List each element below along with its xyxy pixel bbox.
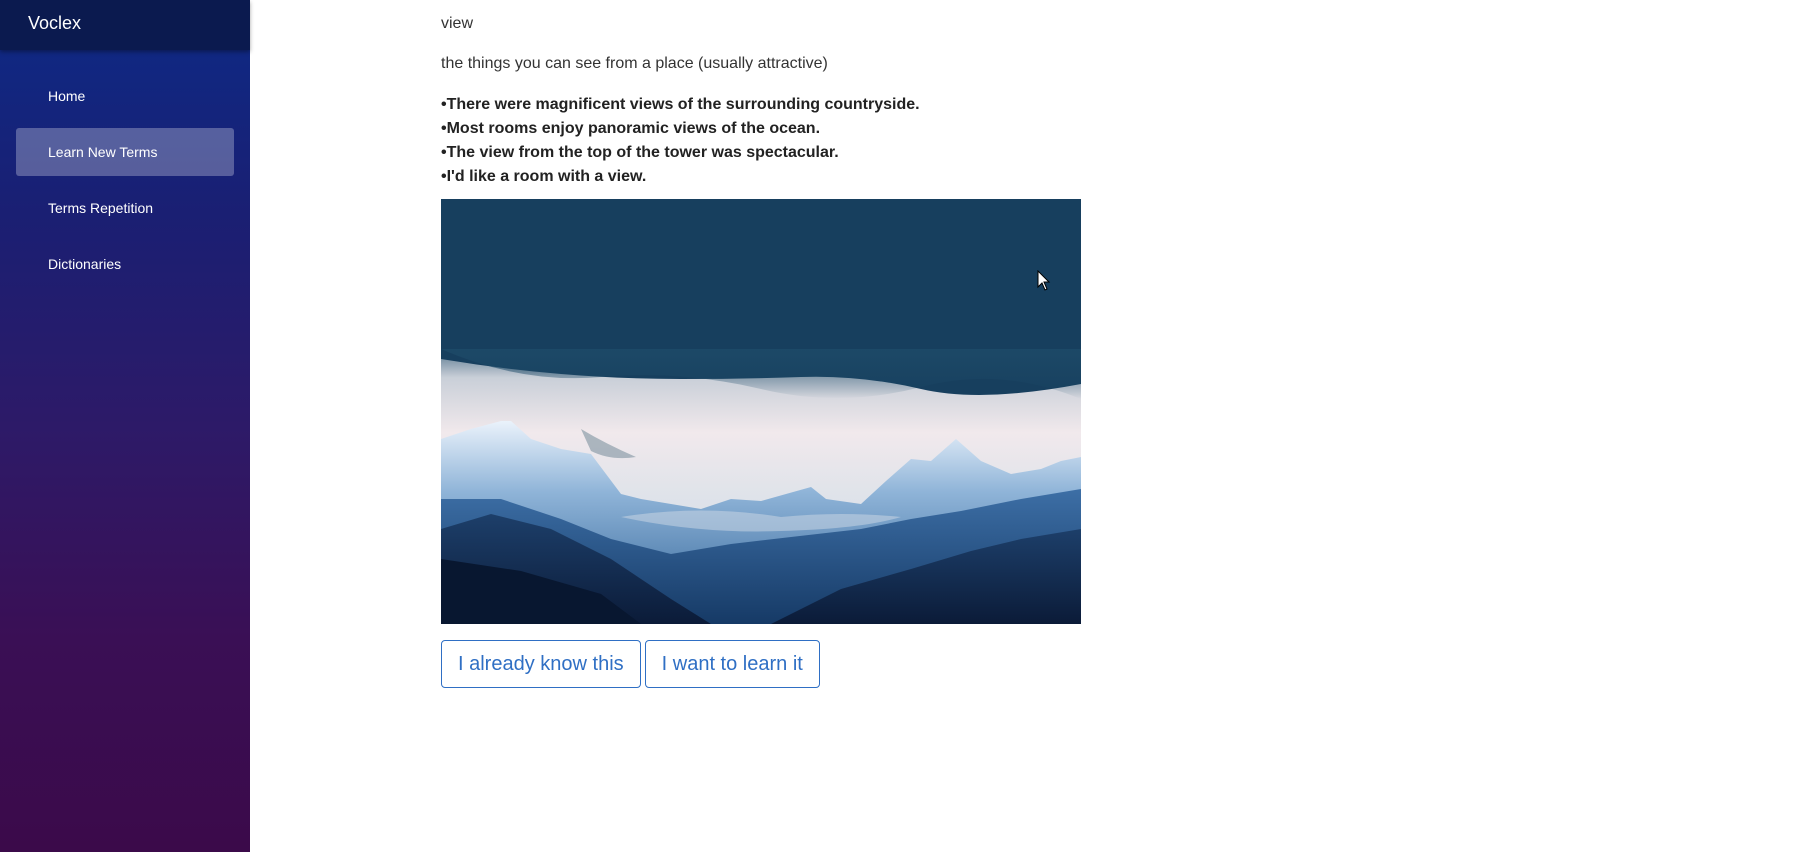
already-know-button[interactable]: I already know this xyxy=(441,640,641,688)
sidebar-item-dictionaries[interactable]: Dictionaries xyxy=(16,240,234,288)
app-title[interactable]: Voclex xyxy=(0,0,250,50)
term-definition: the things you can see from a place (usu… xyxy=(441,55,828,72)
example-sentence: •I'd like a room with a view. xyxy=(441,168,647,185)
want-to-learn-button[interactable]: I want to learn it xyxy=(644,640,820,688)
sidebar-nav: Home Learn New Terms Terms Repetition Di… xyxy=(0,50,250,288)
example-sentence: •The view from the top of the tower was … xyxy=(441,144,839,161)
sidebar: Voclex Home Learn New Terms Terms Repeti… xyxy=(0,0,250,852)
term-card: view the things you can see from a place… xyxy=(441,0,1741,688)
term-word: view xyxy=(441,15,474,32)
example-sentence: •There were magnificent views of the sur… xyxy=(441,96,920,113)
sidebar-item-learn-new-terms[interactable]: Learn New Terms xyxy=(16,128,234,176)
example-list: •There were magnificent views of the sur… xyxy=(441,93,1741,189)
mouse-pointer-icon xyxy=(1037,270,1051,291)
action-buttons: I already know this I want to learn it xyxy=(441,640,1741,688)
sidebar-item-terms-repetition[interactable]: Terms Repetition xyxy=(16,184,234,232)
term-illustration xyxy=(441,199,1081,624)
example-sentence: •Most rooms enjoy panoramic views of the… xyxy=(441,120,821,137)
sidebar-item-home[interactable]: Home xyxy=(16,72,234,120)
